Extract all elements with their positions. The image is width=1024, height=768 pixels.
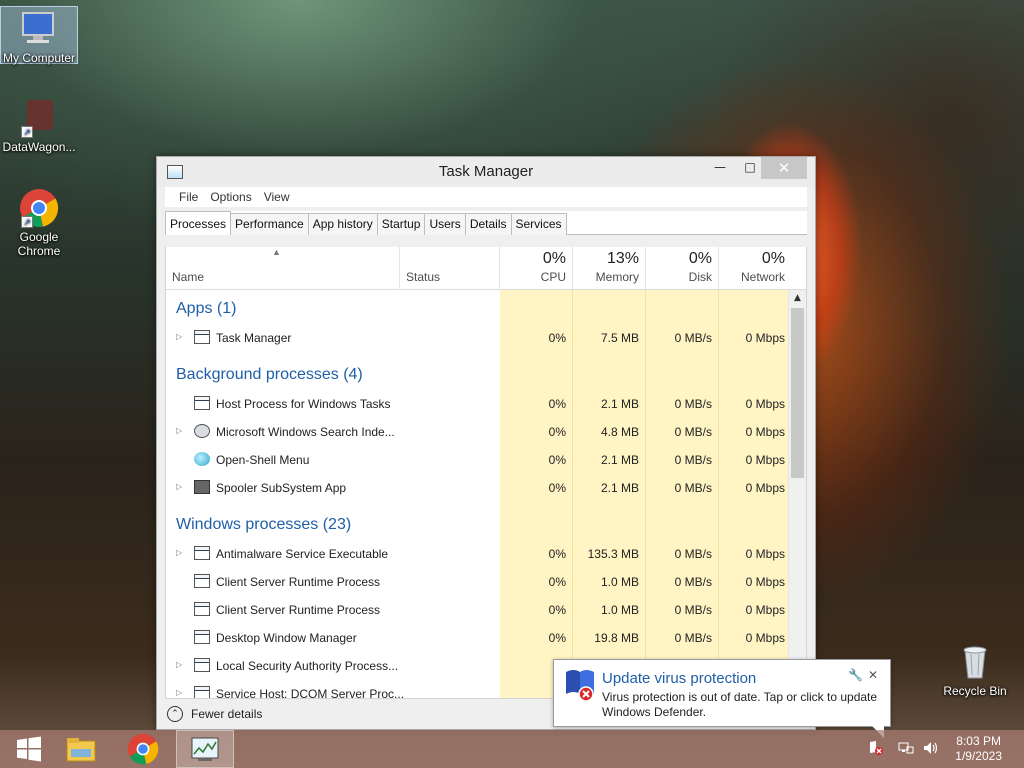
tab-users[interactable]: Users: [424, 213, 466, 235]
network-tray-icon[interactable]: [898, 740, 914, 760]
vertical-scrollbar[interactable]: ▲: [788, 290, 806, 698]
clock-time: 8:03 PM: [956, 734, 1001, 748]
column-header-memory[interactable]: 13% Memory: [573, 247, 646, 290]
process-icon: [194, 686, 210, 698]
table-row[interactable]: ▷ Task Manager 0% 7.5 MB 0 MB/s 0 Mbps: [166, 324, 788, 352]
fewer-details-button[interactable]: ⌃ Fewer details: [167, 701, 262, 727]
chrome-taskbar-button[interactable]: [114, 730, 172, 768]
column-header-disk[interactable]: 0% Disk: [646, 247, 719, 290]
collapse-chevron-icon: ⌃: [167, 706, 183, 722]
menu-view[interactable]: View: [264, 190, 290, 204]
desktop-icon-label: DataWagon...: [2, 140, 76, 154]
desktop-icon-my-computer[interactable]: My Computer: [0, 6, 78, 65]
desktop-icon-label: Recycle Bin: [943, 684, 1007, 698]
table-row[interactable]: ▷ Microsoft Windows Search Inde... 0% 4.…: [166, 418, 788, 446]
volume-tray-icon[interactable]: [922, 740, 940, 760]
table-row[interactable]: ▷ Antimalware Service Executable 0% 135.…: [166, 540, 788, 568]
printer-icon: [194, 480, 210, 494]
task-manager-taskbar-button[interactable]: [176, 730, 234, 768]
expand-arrow-icon[interactable]: ▷: [176, 548, 182, 557]
desktop-icon-recycle-bin[interactable]: Recycle Bin: [936, 642, 1014, 698]
notification-text: Virus protection is out of date. Tap or …: [602, 690, 878, 719]
windows-logo-icon: [17, 736, 41, 762]
process-icon: [194, 574, 210, 588]
process-icon: [194, 658, 210, 672]
desktop-icon-label: Google Chrome: [17, 230, 61, 258]
chrome-icon: [127, 733, 159, 765]
tab-bar: Processes Performance App history Startu…: [165, 211, 807, 235]
minimize-button[interactable]: —: [705, 157, 735, 179]
process-icon: [194, 396, 210, 410]
task-manager-window: Task Manager — □ ✕ File Options View Pro…: [156, 156, 816, 730]
tab-processes[interactable]: Processes: [165, 211, 232, 235]
wrench-icon[interactable]: 🔧: [848, 668, 863, 682]
group-header-apps: Apps (1): [176, 300, 237, 317]
table-row[interactable]: Desktop Window Manager 0% 19.8 MB 0 MB/s…: [166, 624, 788, 652]
shortcut-arrow-icon: ↗: [21, 126, 33, 138]
column-header-status[interactable]: Status: [400, 247, 500, 290]
expand-arrow-icon[interactable]: ▷: [176, 660, 182, 669]
sort-arrow-icon: ▲: [272, 247, 281, 257]
table-row[interactable]: Host Process for Windows Tasks 0% 2.1 MB…: [166, 390, 788, 418]
desktop-icon-chrome[interactable]: ↗ Google Chrome: [0, 188, 78, 258]
expand-arrow-icon[interactable]: ▷: [176, 482, 182, 491]
computer-icon: [19, 9, 59, 49]
expand-arrow-icon[interactable]: ▷: [176, 688, 182, 697]
taskbar-clock[interactable]: 8:03 PM 1/9/2023: [955, 734, 1002, 764]
folder-icon: [66, 738, 96, 762]
process-icon: [194, 546, 210, 560]
column-header-name[interactable]: ▲ Name: [166, 247, 400, 290]
tab-startup[interactable]: Startup: [376, 213, 426, 235]
group-header-background: Background processes (4): [176, 366, 363, 383]
tab-details[interactable]: Details: [464, 213, 512, 235]
process-table-body: Apps (1) ▷ Task Manager 0% 7.5 MB 0 MB/s…: [166, 290, 788, 698]
expand-arrow-icon[interactable]: ▷: [176, 426, 182, 435]
menu-bar: File Options View: [165, 187, 807, 207]
file-explorer-taskbar-button[interactable]: [52, 730, 110, 768]
process-icon: [194, 602, 210, 616]
shortcut-arrow-icon: ↗: [21, 216, 33, 228]
column-header-row: ▲ Name Status 0% CPU 13% Memory 0% Disk …: [166, 247, 806, 290]
table-row[interactable]: Client Server Runtime Process 0% 1.0 MB …: [166, 596, 788, 624]
datawagon-icon: ↗: [19, 98, 59, 138]
open-shell-icon: [194, 452, 210, 466]
column-header-network[interactable]: 0% Network: [719, 247, 791, 290]
expand-arrow-icon[interactable]: ▷: [176, 332, 182, 341]
defender-tray-icon[interactable]: [868, 740, 884, 760]
process-icon: [194, 330, 210, 344]
table-row[interactable]: Client Server Runtime Process 0% 1.0 MB …: [166, 568, 788, 596]
notification-balloon[interactable]: Update virus protection Virus protection…: [553, 659, 891, 738]
windows-defender-warning-icon: [564, 668, 596, 702]
process-icon: [194, 630, 210, 644]
clock-date: 1/9/2023: [955, 749, 1002, 763]
tab-services[interactable]: Services: [510, 213, 567, 235]
column-header-cpu[interactable]: 0% CPU: [500, 247, 573, 290]
fewer-details-label: Fewer details: [191, 707, 263, 721]
task-manager-icon: [191, 737, 219, 761]
table-row[interactable]: Open-Shell Menu 0% 2.1 MB 0 MB/s 0 Mbps: [166, 446, 788, 474]
recycle-bin-icon: [955, 642, 995, 682]
process-list: ▲ Name Status 0% CPU 13% Memory 0% Disk …: [165, 247, 807, 699]
close-notification-icon[interactable]: ✕: [868, 668, 878, 682]
title-bar[interactable]: Task Manager — □ ✕: [157, 157, 815, 187]
desktop-icon-datawagon[interactable]: ↗ DataWagon...: [0, 98, 78, 154]
chrome-icon: ↗: [19, 188, 59, 228]
desktop-icon-label: My Computer: [2, 51, 76, 65]
tab-performance[interactable]: Performance: [230, 213, 309, 235]
menu-options[interactable]: Options: [210, 190, 251, 204]
scroll-up-icon[interactable]: ▲: [789, 290, 806, 306]
start-button[interactable]: [0, 730, 58, 768]
search-indexer-icon: [194, 424, 210, 438]
taskbar: 8:03 PM 1/9/2023: [0, 730, 1024, 768]
table-row[interactable]: ▷ Spooler SubSystem App 0% 2.1 MB 0 MB/s…: [166, 474, 788, 502]
group-header-windows: Windows processes (23): [176, 516, 352, 533]
notification-title: Update virus protection: [602, 670, 757, 687]
close-button[interactable]: ✕: [761, 157, 807, 179]
scroll-thumb[interactable]: [791, 308, 804, 478]
tab-app-history[interactable]: App history: [307, 213, 378, 235]
menu-file[interactable]: File: [179, 190, 198, 204]
